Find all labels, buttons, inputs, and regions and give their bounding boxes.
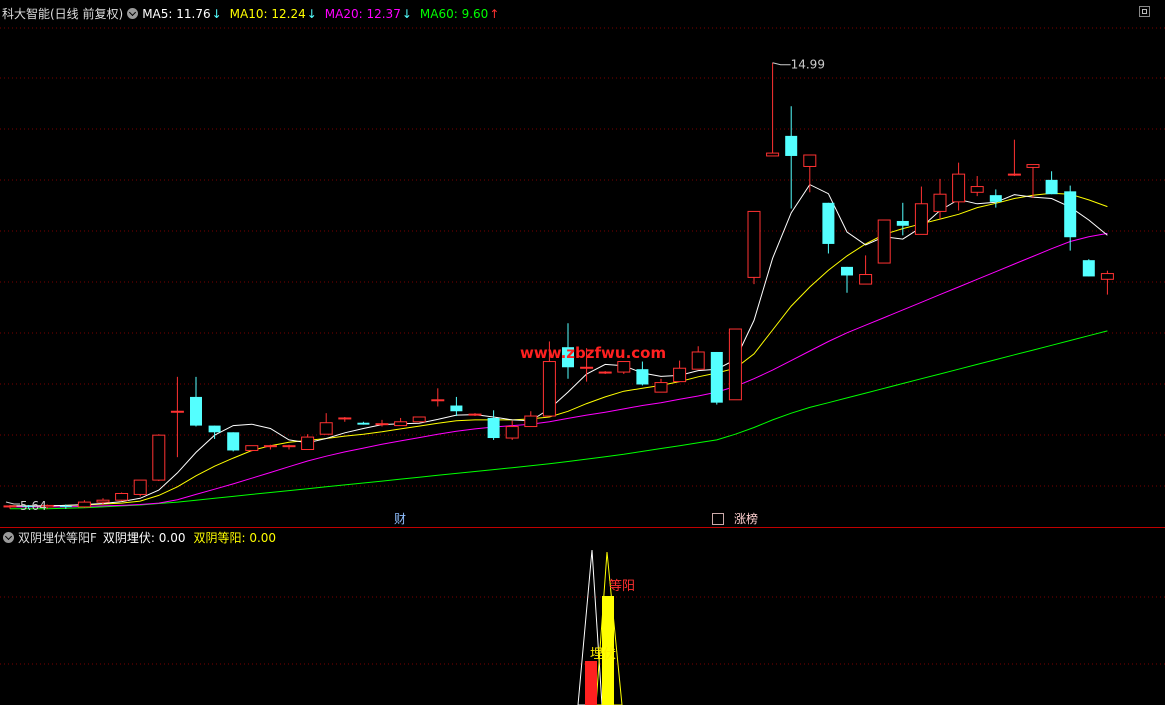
indicator-line1-label: 双阴埋伏: 0.00 [102, 531, 186, 545]
candle-body-down [208, 425, 221, 433]
candle-body-down [59, 505, 72, 507]
low-price-label: 5.64 [20, 499, 47, 513]
candle-body-down [785, 135, 798, 156]
candle-body-up [319, 422, 333, 435]
deng-yang-label: 等阳 [609, 578, 635, 594]
candle-body-up [133, 479, 147, 495]
watermark-text: www.zbzfwu.com [520, 344, 666, 362]
candle-body-down [896, 220, 909, 226]
candle-body-up [375, 423, 389, 426]
finance-badge[interactable]: 财 [394, 512, 406, 526]
high-price-pointer [772, 62, 791, 66]
candle-body-down [710, 351, 723, 403]
candle-body-up [431, 399, 445, 402]
candle-body-up [170, 410, 184, 413]
indicator-line2-label: 双阴等阳: 0.00 [193, 531, 277, 545]
candle-body-up [115, 492, 129, 501]
candle-body-down [636, 369, 649, 385]
candle-body-up [282, 445, 296, 448]
candle-body-up [468, 413, 482, 416]
candle-body-up [263, 445, 277, 448]
restore-square-icon[interactable] [712, 513, 724, 525]
candle-body-up [152, 434, 166, 481]
candle-body-up [3, 505, 17, 508]
mai-fu-bar [585, 661, 597, 705]
candle-body-down [190, 396, 202, 426]
candle-body-up [1026, 164, 1040, 168]
candle-body-up [766, 152, 780, 157]
candle-body-up [598, 371, 612, 374]
candle-body-up [96, 499, 110, 503]
candle-body-down [989, 195, 1002, 202]
candle-body-up [803, 154, 817, 167]
candle-body-down [822, 202, 835, 244]
candle-body-up [77, 501, 91, 508]
candle-body-up [952, 173, 966, 203]
candle-body-up [877, 219, 891, 264]
candle-body-up [1007, 173, 1021, 176]
candle-body-down [357, 422, 370, 425]
ma20-line [10, 232, 1108, 508]
candle-body-down [227, 432, 240, 451]
candle-body-down [1045, 179, 1058, 195]
candle-body-up [338, 417, 352, 420]
kline-chart[interactable]: 14.99 5.64 www.zbzfwu.com 等阳埋伏 [0, 0, 1165, 705]
candle-body-up [524, 415, 538, 428]
candle-body-up [617, 361, 631, 373]
candle-body-down [487, 417, 500, 439]
candle-body-down [1082, 260, 1095, 277]
candle-body-up [394, 421, 408, 427]
candle-body-up [728, 328, 742, 401]
candle-body-up [580, 366, 594, 369]
chevron-down-icon[interactable] [3, 532, 14, 543]
candle-body-up [245, 445, 259, 451]
low-price-pointer [5, 501, 20, 505]
indicator-header: 双阴埋伏等阳F 双阴埋伏: 0.00 双阴等阳: 0.00 [0, 528, 276, 548]
indicator-name: 双阴埋伏等阳F [18, 531, 97, 545]
candle-body-up [542, 361, 556, 417]
candle-body-up [673, 367, 687, 383]
candle-body-up [859, 274, 873, 285]
candle-body-down [1064, 191, 1077, 238]
candle-body-down [841, 266, 853, 276]
candle-body-up [747, 210, 761, 278]
candle-body-up [505, 426, 519, 439]
candle-body-down [450, 405, 463, 412]
candle-body-up [654, 382, 668, 393]
limit-up-list-badge[interactable]: 涨榜 [734, 512, 758, 526]
candle-body-up [412, 416, 426, 423]
candle-body-up [970, 186, 984, 193]
candle-body-up [933, 193, 947, 212]
mai-fu-label: 埋伏 [590, 647, 616, 662]
candle-body-up [301, 436, 315, 451]
candle-body-up [914, 203, 928, 235]
candle-body-up [691, 351, 705, 370]
candle-body-up [1100, 273, 1114, 280]
high-price-label: 14.99 [791, 58, 825, 72]
